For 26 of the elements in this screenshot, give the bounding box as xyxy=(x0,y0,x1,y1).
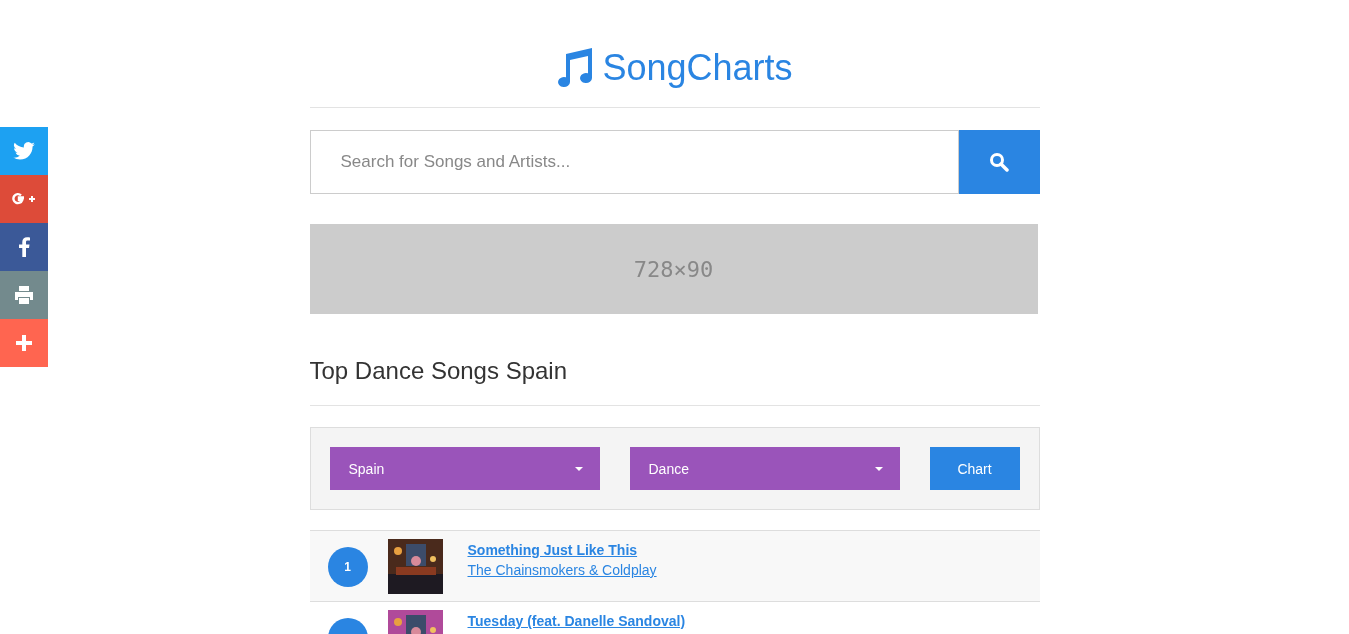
printer-icon xyxy=(14,286,34,304)
share-button[interactable] xyxy=(0,127,48,175)
search-button[interactable] xyxy=(958,130,1040,194)
caret-icon xyxy=(574,466,583,471)
search-icon xyxy=(989,152,1009,172)
share-button[interactable] xyxy=(0,319,48,367)
google-plus-icon xyxy=(12,192,36,206)
chart-heading: Top Dance Songs Spain xyxy=(309,356,568,386)
caret-icon xyxy=(874,466,883,471)
music-note-icon xyxy=(556,48,595,88)
share-button[interactable] xyxy=(0,271,48,319)
site-logo[interactable]: SongCharts xyxy=(602,47,793,89)
song-title-link[interactable]: Something Just Like This xyxy=(467,542,657,558)
search-field[interactable]: Search for Songs and Artists... xyxy=(309,130,959,194)
share-button[interactable] xyxy=(0,175,48,223)
artist-link[interactable]: The Chainsmokers & Coldplay xyxy=(467,562,657,578)
rank-badge: 1 xyxy=(327,547,368,587)
plus-icon xyxy=(16,335,32,351)
share-button[interactable] xyxy=(0,223,48,271)
dropdown[interactable]: Spain xyxy=(329,447,600,490)
chart-button[interactable]: Chart xyxy=(929,447,1020,490)
bird-icon xyxy=(13,142,35,160)
facebook-icon xyxy=(18,237,30,257)
ad-banner: 728×90 xyxy=(309,224,1038,314)
dropdown[interactable]: Dance xyxy=(629,447,900,490)
song-title-link[interactable]: Tuesday (feat. Danelle Sandoval) xyxy=(467,613,686,629)
